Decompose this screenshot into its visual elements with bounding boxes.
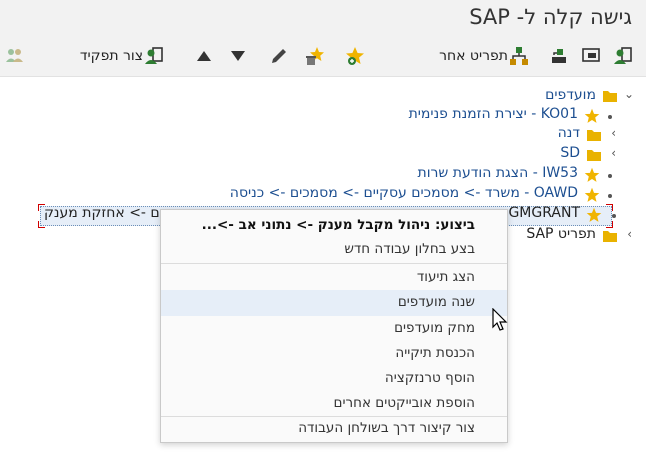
tree-folder-sd[interactable]: ‹ SD xyxy=(0,145,646,165)
tree-item-label: IW53 - הצגת הודעת שרות xyxy=(417,165,578,181)
add-favorite-icon xyxy=(346,47,364,65)
menu-item-insert-folder[interactable]: הכנסת תיקייה xyxy=(161,341,507,367)
bullet xyxy=(608,194,612,198)
star-icon xyxy=(584,108,600,123)
chevron-down-icon[interactable]: ⌄ xyxy=(624,87,634,101)
user-menu-button[interactable] xyxy=(580,44,602,68)
tree-label-favorites: מועדפים xyxy=(545,87,596,103)
pencil-icon xyxy=(272,49,286,63)
other-menu-button[interactable]: תפריט אחר xyxy=(439,44,536,68)
chevron-left-icon[interactable]: ‹ xyxy=(611,146,616,160)
create-role-label: צור תפקיד xyxy=(79,48,143,64)
tree-folder-label: דנה xyxy=(557,125,580,141)
tree-item-label: ים -> אחזקת מענק xyxy=(44,205,163,221)
folder-icon xyxy=(587,130,601,141)
users-icon xyxy=(6,49,23,62)
tree-item-label: OAWD - משרד -> מסמכים עסקיים -> מסמכים -… xyxy=(229,185,578,201)
user-role-icon xyxy=(614,47,632,64)
users-button[interactable] xyxy=(4,44,26,68)
menu-item-change-favorites[interactable]: שנה מועדפים xyxy=(161,290,507,316)
menu-item-delete-favorites[interactable]: מחק מועדפים xyxy=(161,316,507,342)
user-menu-icon xyxy=(582,48,600,62)
sap-menu-button[interactable] xyxy=(548,44,570,68)
title-bar: גישה קלה ל- SAP xyxy=(0,0,646,36)
menu-item-execute-new-window[interactable]: בצע בחלון עבודה חדש xyxy=(161,237,507,263)
tree-node-favorites[interactable]: ⌄ מועדפים xyxy=(0,86,646,106)
move-down-button[interactable] xyxy=(228,44,248,68)
tree-item-ko01[interactable]: KO01 - יצירת הזמנת פנימית xyxy=(0,106,646,126)
menu-item-add-transaction[interactable]: הוסף טרנזקציה xyxy=(161,366,507,392)
menu-item-execute[interactable]: ביצוע: ניהול מקבל מענק -> נתוני אב ->... xyxy=(161,213,507,239)
menu-item-show-documentation[interactable]: הצג תיעוד xyxy=(161,265,507,291)
menu-separator xyxy=(161,263,507,264)
tree-folder-dana[interactable]: ‹ דנה xyxy=(0,125,646,145)
tree-item-code: GMGRANT - xyxy=(499,205,580,221)
chevron-left-icon[interactable]: ‹ xyxy=(627,227,632,241)
bullet xyxy=(608,174,612,178)
menu-item-add-other-objects[interactable]: הוספת אובייקטים אחרים xyxy=(161,391,507,417)
window-title: גישה קלה ל- SAP xyxy=(469,5,632,29)
tree-item-iw53[interactable]: IW53 - הצגת הודעת שרות xyxy=(0,165,646,185)
star-icon xyxy=(584,167,600,182)
other-menu-label: תפריט אחר xyxy=(439,48,508,64)
menu-item-create-shortcut[interactable]: צור קיצור דרך בשולחן העבודה xyxy=(161,416,507,442)
tree-label-sap-menu: תפריט SAP xyxy=(526,226,596,242)
user-role-button[interactable] xyxy=(612,44,634,68)
tree-item-oawd[interactable]: OAWD - משרד -> מסמכים עסקיים -> מסמכים -… xyxy=(0,185,646,205)
edit-button[interactable] xyxy=(268,44,290,68)
triangle-up-icon xyxy=(197,51,211,61)
delete-favorite-icon xyxy=(306,47,324,65)
star-icon xyxy=(586,207,602,222)
folder-icon xyxy=(603,91,617,102)
sap-menu-icon xyxy=(552,49,566,63)
folder-icon xyxy=(603,231,617,242)
delete-favorite-button[interactable] xyxy=(304,44,326,68)
chevron-left-icon[interactable]: ‹ xyxy=(611,126,616,140)
move-up-button[interactable] xyxy=(194,44,214,68)
create-role-button[interactable]: צור תפקיד xyxy=(80,44,171,68)
context-menu: ביצוע: ניהול מקבל מענק -> נתוני אב ->...… xyxy=(160,209,508,443)
mouse-cursor-icon xyxy=(492,308,508,331)
toolbar: תפריט אחר צור תפקיד xyxy=(0,36,646,77)
hierarchy-icon xyxy=(510,47,528,65)
star-icon xyxy=(584,187,600,202)
tree-folder-label: SD xyxy=(560,145,580,161)
bullet xyxy=(612,214,616,218)
create-role-icon xyxy=(145,47,163,64)
triangle-down-icon xyxy=(231,51,245,61)
add-favorite-button[interactable] xyxy=(344,44,366,68)
tree-item-label: KO01 - יצירת הזמנת פנימית xyxy=(408,106,578,122)
bullet xyxy=(608,115,612,119)
folder-icon xyxy=(587,150,601,161)
